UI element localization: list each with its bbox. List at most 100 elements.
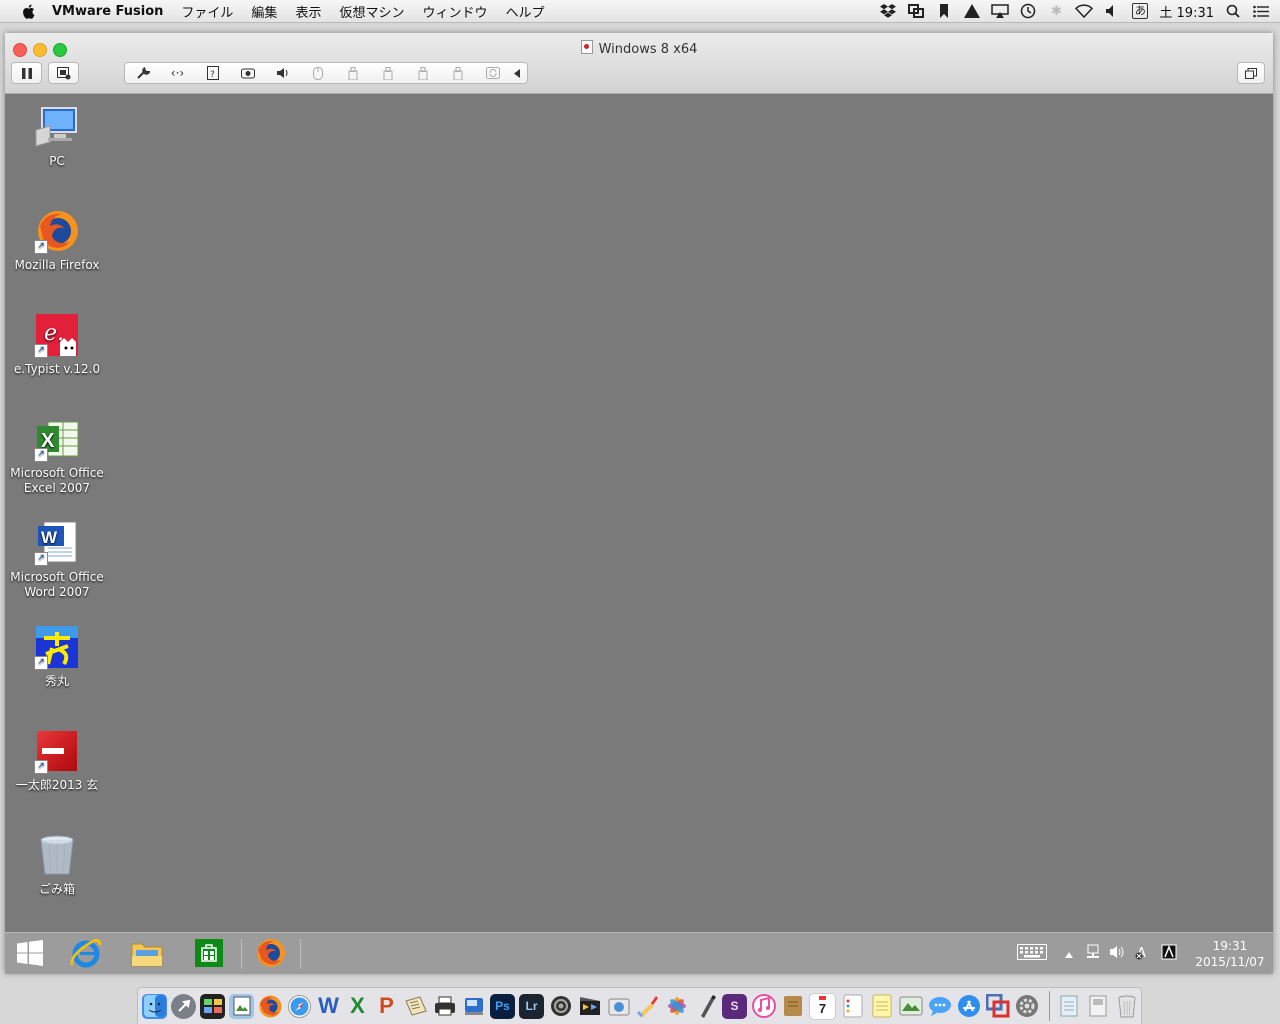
ime-mode-icon[interactable]: A [1135, 944, 1151, 963]
unity-view-button[interactable] [1237, 62, 1265, 84]
ibooks-icon[interactable] [780, 994, 805, 1019]
system-tray: A 19:31 2015/11/07 [1017, 933, 1265, 974]
preview-icon[interactable] [229, 993, 254, 1019]
time-machine-icon[interactable] [1019, 3, 1037, 19]
trash-icon[interactable] [1114, 994, 1139, 1019]
menu-help[interactable]: ヘルプ [505, 2, 544, 21]
menu-window[interactable]: ウィンドウ [422, 2, 487, 21]
app-menu-vmware-fusion[interactable]: VMware Fusion [52, 4, 163, 19]
vmware-status-icon[interactable] [907, 3, 925, 19]
svg-text:?: ? [210, 70, 215, 80]
s-app-icon[interactable]: S [722, 993, 747, 1019]
usb-device-4-icon[interactable] [440, 63, 475, 83]
desktop-icon-excel-2007[interactable]: X ↗ Microsoft Office Excel 2007 [5, 416, 109, 496]
desktop-icon-pc[interactable]: PC [5, 104, 109, 169]
desktop-icon-recycle-bin[interactable]: ごみ箱 [5, 832, 109, 897]
excel-dock-icon[interactable]: X [345, 993, 370, 1019]
taskbar-firefox[interactable] [251, 936, 291, 970]
input-method-icon[interactable]: あ [1131, 3, 1149, 19]
desktop-icon-ichitaro-2013[interactable]: ↗ 一太郎2013 玄 [5, 728, 109, 793]
safari-icon[interactable] [287, 994, 312, 1019]
drive-icon[interactable] [963, 3, 981, 19]
system-preferences-icon[interactable] [1014, 994, 1039, 1019]
dock-separator [1049, 991, 1050, 1021]
bookmark-icon[interactable] [935, 3, 953, 19]
desktop-icon-hidemaru[interactable]: ↗ 秀丸 [5, 624, 109, 689]
photos-icon[interactable] [664, 994, 689, 1019]
paintbrush-icon[interactable] [635, 994, 660, 1019]
dropbox-icon[interactable] [879, 3, 897, 19]
taskbar-time: 19:31 [1212, 938, 1248, 953]
desktop-icon-etypist[interactable]: e. ↗ e.Typist v.12.0 [5, 312, 109, 377]
apple-menu-icon[interactable] [18, 0, 38, 22]
desktop-icon-word-2007[interactable]: W ↗ Microsoft Office Word 2007 [5, 520, 109, 600]
vmware-fusion-icon[interactable] [985, 994, 1010, 1019]
powerpoint-dock-icon[interactable]: P [374, 993, 399, 1019]
taskbar-internet-explorer[interactable] [66, 936, 106, 970]
show-hidden-icons-icon[interactable] [1065, 947, 1073, 961]
sound-card-icon[interactable] [265, 63, 300, 83]
taskbar-clock[interactable]: 19:31 2015/11/07 [1195, 938, 1265, 970]
reminders-icon[interactable] [840, 994, 865, 1019]
downloads-stack-icon[interactable] [1085, 994, 1110, 1019]
app-store-icon[interactable] [956, 994, 981, 1019]
notification-center-icon[interactable] [1252, 3, 1270, 19]
launchpad-icon[interactable] [171, 993, 196, 1019]
shortcut-arrow-icon: ↗ [34, 448, 48, 462]
start-button[interactable] [10, 936, 50, 970]
window-titlebar: Windows 8 x64 ‹·› ? [5, 33, 1273, 94]
documents-stack-icon[interactable] [1056, 994, 1081, 1019]
settings-wrench-icon[interactable] [125, 63, 160, 83]
touch-keyboard-icon[interactable] [1017, 944, 1047, 963]
usb-device-1-icon[interactable] [335, 63, 370, 83]
calendar-icon[interactable]: 7 [809, 992, 836, 1020]
messages-icon[interactable] [927, 994, 952, 1019]
wifi-icon[interactable] [1075, 3, 1094, 19]
word-dock-icon[interactable]: W [316, 993, 341, 1019]
taskbar-store[interactable] [189, 936, 229, 970]
menu-file[interactable]: ファイル [181, 2, 233, 21]
lightroom-icon[interactable]: Lr [519, 993, 544, 1019]
taskbar-date: 2015/11/07 [1195, 954, 1265, 969]
taskbar-file-explorer[interactable] [127, 936, 167, 970]
aperture-icon[interactable] [548, 994, 573, 1019]
windows-logo-icon [17, 940, 43, 966]
network-status-icon[interactable] [1085, 944, 1101, 963]
snapshot-button[interactable] [48, 62, 79, 84]
network-adapter-icon[interactable]: ‹·› [160, 63, 195, 83]
cd-dvd-icon[interactable] [230, 63, 265, 83]
action-center-icon[interactable] [1161, 944, 1177, 963]
firefox-dock-icon[interactable] [258, 994, 283, 1019]
menu-view[interactable]: 表示 [295, 2, 321, 21]
menu-edit[interactable]: 編集 [251, 2, 277, 21]
script-editor-icon[interactable] [403, 994, 428, 1019]
photoshop-icon[interactable]: Ps [490, 993, 515, 1019]
disk-icon[interactable]: ? [195, 63, 230, 83]
final-cut-icon[interactable] [577, 994, 602, 1019]
airplay-icon[interactable] [991, 3, 1010, 19]
collapse-toolbar-icon[interactable] [510, 63, 524, 83]
firefox-icon [257, 939, 285, 967]
itunes-icon[interactable] [751, 994, 776, 1019]
usb-device-3-icon[interactable] [405, 63, 440, 83]
volume-icon[interactable] [1103, 3, 1121, 19]
usb-mouse-icon[interactable] [300, 63, 335, 83]
sharing-icon[interactable] [475, 63, 510, 83]
printer-icon[interactable] [432, 994, 457, 1019]
mission-control-icon[interactable] [200, 993, 225, 1019]
suspend-button[interactable] [11, 62, 42, 84]
usb-device-2-icon[interactable] [370, 63, 405, 83]
image-capture-icon[interactable] [606, 994, 631, 1019]
pen-tool-icon[interactable] [693, 994, 718, 1019]
notes-icon[interactable] [869, 994, 894, 1019]
window-view-icon [1245, 67, 1257, 79]
bluetooth-icon[interactable]: ✱ [1047, 3, 1065, 19]
menu-virtual-machine[interactable]: 仮想マシン [339, 2, 404, 21]
speaker-icon[interactable] [1109, 945, 1125, 962]
contacts-map-icon[interactable] [898, 994, 923, 1019]
finder-icon[interactable] [142, 993, 167, 1019]
spotlight-icon[interactable] [1224, 3, 1242, 19]
menubar-clock[interactable]: 土 19:31 [1159, 2, 1214, 21]
desktop-icon-firefox[interactable]: ↗ Mozilla Firefox [5, 208, 109, 273]
disk-utility-icon[interactable] [461, 994, 486, 1019]
